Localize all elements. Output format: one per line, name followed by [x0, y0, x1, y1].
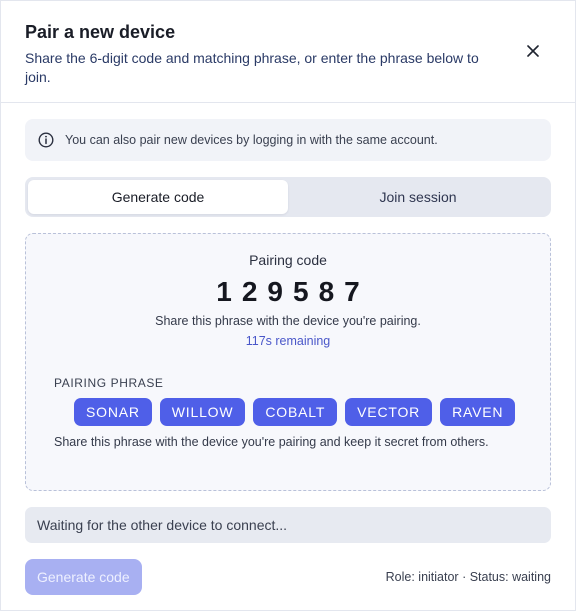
generate-code-button[interactable]: Generate code	[25, 559, 142, 595]
pairing-phrase-label: PAIRING PHRASE	[54, 376, 164, 390]
phrase-word: VECTOR	[345, 398, 433, 426]
phrase-secret-note: Share this phrase with the device you're…	[54, 435, 489, 449]
share-instruction: Share this phrase with the device you're…	[155, 314, 421, 328]
pairing-code-value: 129587	[216, 276, 370, 307]
time-remaining: 117s remaining	[245, 334, 331, 348]
phrase-word: RAVEN	[440, 398, 516, 426]
info-banner: You can also pair new devices by logging…	[25, 119, 551, 161]
phrase-word: WILLOW	[159, 398, 246, 426]
tab-generate-code[interactable]: Generate code	[28, 180, 288, 214]
phrase-word: SONAR	[74, 398, 152, 426]
tab-join-session[interactable]: Join session	[288, 180, 548, 214]
phrase-words: SONAR WILLOW COBALT VECTOR RAVEN	[54, 398, 550, 426]
close-button[interactable]	[523, 41, 543, 61]
pairing-phrase-section: PAIRING PHRASE SONAR WILLOW COBALT VECTO…	[26, 376, 550, 449]
dialog-footer: Generate code Role: initiator · Status: …	[25, 559, 551, 595]
waiting-status-bar: Waiting for the other device to connect.…	[25, 507, 551, 543]
dialog-subtitle: Share the 6-digit code and matching phra…	[25, 50, 479, 85]
close-icon	[527, 45, 539, 57]
phrase-word: COBALT	[253, 398, 338, 426]
dialog-header: Pair a new device Share the 6-digit code…	[1, 1, 575, 103]
pairing-code-label: Pairing code	[249, 252, 327, 268]
info-circle-icon	[38, 132, 54, 148]
dialog-title: Pair a new device	[25, 22, 176, 42]
pairing-code-panel: Pairing code 129587 Share this phrase wi…	[25, 233, 551, 491]
role-status-text: Role: initiator · Status: waiting	[385, 570, 551, 584]
info-text: You can also pair new devices by logging…	[65, 133, 438, 147]
dialog-body: You can also pair new devices by logging…	[1, 103, 575, 595]
pair-device-dialog: Pair a new device Share the 6-digit code…	[0, 0, 576, 611]
mode-tabs: Generate code Join session	[25, 177, 551, 217]
